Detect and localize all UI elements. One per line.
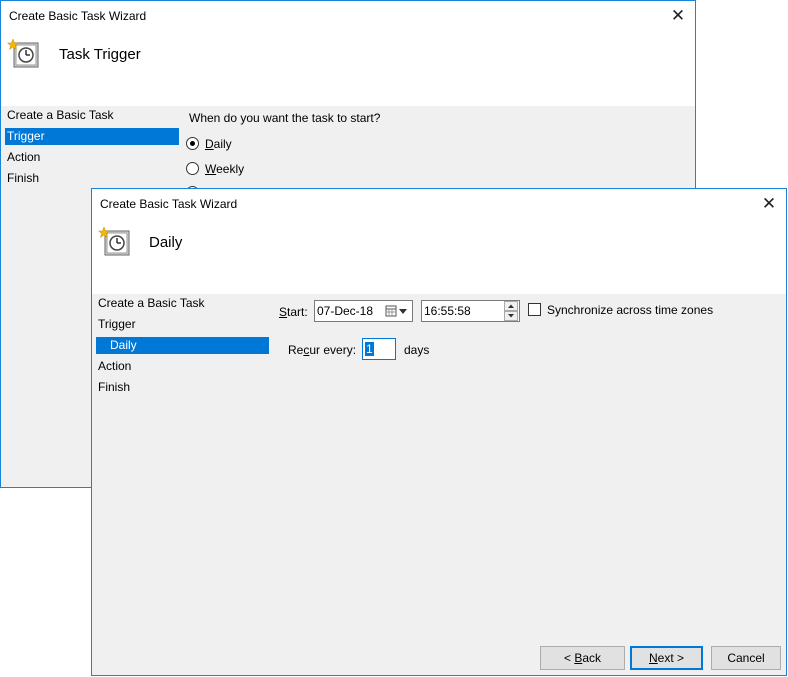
radio-weekly[interactable]: Weekly bbox=[186, 160, 244, 178]
start-date-value: 07-Dec-18 bbox=[317, 304, 374, 318]
nav-action: Action bbox=[98, 359, 132, 373]
radio-daily-label: aily bbox=[213, 137, 232, 151]
next-button[interactable]: Next > bbox=[630, 646, 703, 670]
close-button[interactable]: ✕ bbox=[758, 194, 780, 214]
wizard-body: Create a Basic Task Trigger Daily Action… bbox=[92, 294, 786, 675]
nav-finish: Finish bbox=[98, 380, 131, 394]
nav-action: Action bbox=[7, 150, 41, 164]
window-title: Create Basic Task Wizard bbox=[100, 197, 238, 211]
header-title: Daily bbox=[149, 234, 183, 251]
clock-calendar-icon bbox=[7, 38, 39, 68]
trigger-prompt: When do you want the task to start? bbox=[189, 111, 381, 125]
nav-trigger: Trigger bbox=[98, 317, 136, 331]
front-wizard-window: Create Basic Task Wizard ✕ Daily Create … bbox=[91, 188, 787, 676]
recur-label-post: ur every: bbox=[309, 343, 357, 357]
nav-daily: Daily bbox=[96, 337, 269, 354]
radio-daily-accesskey: D bbox=[205, 137, 214, 151]
back-button[interactable]: < Back bbox=[540, 646, 625, 670]
radio-daily[interactable]: Daily bbox=[186, 135, 232, 153]
days-label: days bbox=[404, 343, 430, 357]
start-time-field[interactable]: 16:55:58 bbox=[421, 300, 520, 322]
title-bar: Create Basic Task Wizard ✕ bbox=[1, 1, 695, 31]
back-post: ack bbox=[582, 651, 602, 665]
recur-label: Recur every: bbox=[288, 343, 356, 357]
sync-timezones-checkbox-row[interactable]: Synchronize across time zones bbox=[528, 303, 713, 317]
nav-create-basic-task: Create a Basic Task bbox=[98, 296, 205, 310]
close-button[interactable]: ✕ bbox=[667, 6, 689, 26]
sync-label: Synchronize across time zones bbox=[547, 303, 714, 317]
clock-calendar-icon bbox=[98, 226, 130, 256]
nav-finish: Finish bbox=[7, 171, 40, 185]
start-date-picker[interactable]: 07-Dec-18 bbox=[314, 300, 413, 322]
title-bar: Create Basic Task Wizard ✕ bbox=[92, 189, 786, 219]
nav-trigger: Trigger bbox=[5, 128, 179, 145]
start-label-accesskey: S bbox=[279, 305, 288, 319]
next-post: ext > bbox=[657, 651, 685, 665]
recur-every-input[interactable]: 1 bbox=[362, 338, 396, 360]
start-label: Start: bbox=[279, 305, 308, 319]
next-accesskey: N bbox=[648, 651, 658, 665]
wizard-header: Daily bbox=[92, 219, 786, 294]
sync-checkbox[interactable] bbox=[528, 303, 541, 317]
radio-daily-button[interactable] bbox=[186, 137, 199, 151]
radio-weekly-button[interactable] bbox=[186, 162, 199, 176]
start-label-text: tart: bbox=[287, 305, 308, 319]
start-time-value: 16:55:58 bbox=[424, 304, 471, 318]
window-title: Create Basic Task Wizard bbox=[9, 9, 147, 23]
header-title: Task Trigger bbox=[59, 46, 141, 63]
radio-weekly-accesskey: W bbox=[205, 162, 217, 176]
nav-trigger-label: Trigger bbox=[7, 129, 45, 143]
wizard-header: Task Trigger bbox=[1, 31, 695, 106]
spinner-arrows-icon[interactable] bbox=[504, 301, 518, 321]
calendar-dropdown-icon[interactable] bbox=[385, 304, 409, 318]
nav-daily-label: Daily bbox=[110, 338, 137, 352]
cancel-button[interactable]: Cancel bbox=[711, 646, 781, 670]
recur-label-pre: Re bbox=[288, 343, 304, 357]
radio-weekly-label: eekly bbox=[216, 162, 245, 176]
recur-value: 1 bbox=[365, 342, 374, 356]
back-pre: < bbox=[563, 651, 575, 665]
nav-create-basic-task: Create a Basic Task bbox=[7, 108, 114, 122]
